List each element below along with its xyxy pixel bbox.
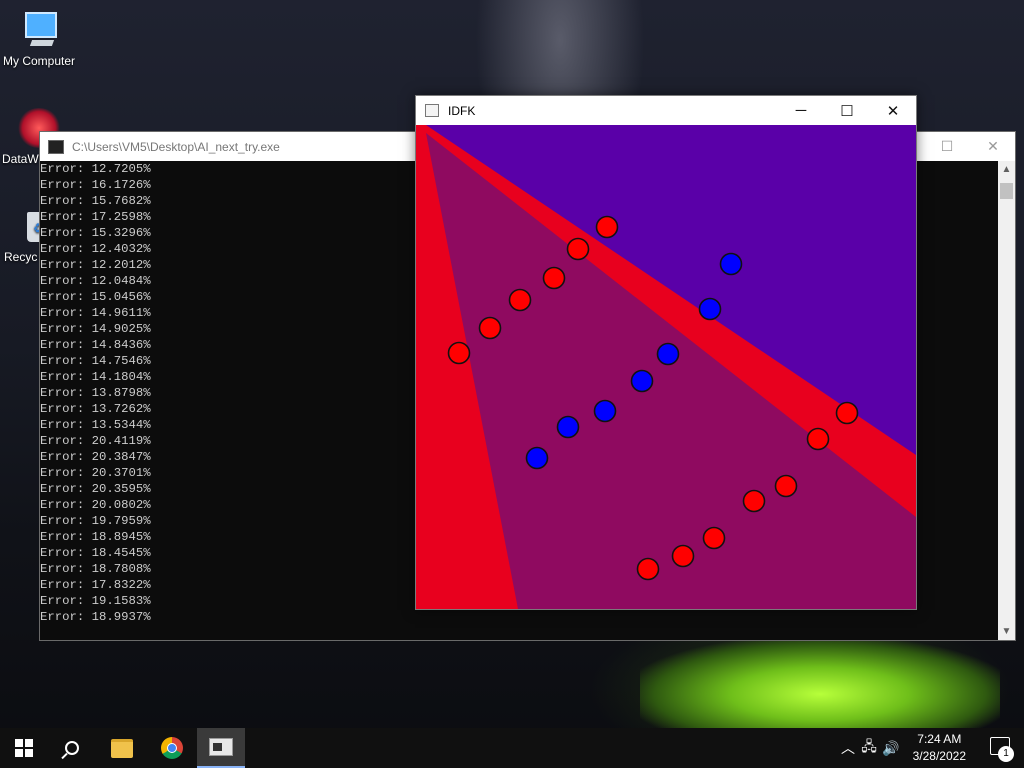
blue-data-point — [656, 342, 680, 366]
chevron-up-icon[interactable]: ︿ — [838, 738, 858, 758]
console-title: C:\Users\VM5\Desktop\AI_next_try.exe — [72, 139, 280, 154]
system-tray: ︿ 🖧 🔊 — [838, 728, 902, 768]
search-icon — [65, 741, 79, 755]
console-line: Error: 18.9937% — [40, 610, 151, 624]
red-data-point — [806, 427, 830, 451]
blue-data-point — [525, 446, 549, 470]
blue-data-point — [556, 415, 580, 439]
computer-icon — [17, 10, 61, 50]
desktop-icon-my-computer[interactable]: My Computer — [0, 10, 84, 68]
desktop-wallpaper-tent — [640, 640, 1000, 730]
red-data-point — [447, 341, 471, 365]
windows-logo-icon — [15, 739, 33, 757]
taskbar-ai-app[interactable] — [197, 728, 245, 768]
folder-icon — [111, 738, 133, 758]
idfk-maximize-button[interactable]: ☐ — [824, 96, 870, 125]
app-window-icon — [209, 738, 233, 756]
red-data-point — [542, 266, 566, 290]
blue-data-point — [593, 399, 617, 423]
close-icon: ✕ — [987, 138, 999, 154]
red-data-point — [478, 316, 502, 340]
scroll-up-arrow-icon[interactable]: ▲ — [998, 161, 1015, 178]
red-data-point — [566, 237, 590, 261]
red-data-point — [508, 288, 532, 312]
idfk-close-button[interactable]: ✕ — [870, 96, 916, 125]
classification-canvas — [416, 125, 916, 609]
console-close-button[interactable]: ✕ — [970, 132, 1016, 161]
scroll-thumb[interactable] — [1000, 183, 1013, 199]
idfk-titlebar[interactable]: IDFK ─ ☐ ✕ — [416, 96, 916, 125]
taskbar-file-explorer[interactable] — [98, 728, 146, 768]
search-button[interactable] — [48, 728, 96, 768]
idfk-app-icon — [425, 104, 439, 117]
scroll-down-arrow-icon[interactable]: ▼ — [998, 623, 1015, 640]
clock-time: 7:24 AM — [917, 732, 962, 746]
volume-icon[interactable]: 🔊 — [880, 740, 902, 757]
start-button[interactable] — [0, 728, 48, 768]
blue-data-point — [630, 369, 654, 393]
desktop-icon-label: My Computer — [2, 54, 76, 68]
red-data-point — [595, 215, 619, 239]
red-data-point — [774, 474, 798, 498]
red-data-point — [835, 401, 859, 425]
idfk-minimize-button[interactable]: ─ — [778, 96, 824, 125]
maximize-icon: ☐ — [840, 102, 854, 120]
red-data-point — [636, 557, 660, 581]
red-data-point — [742, 489, 766, 513]
idfk-title: IDFK — [448, 103, 476, 118]
console-maximize-button[interactable]: ☐ — [924, 132, 970, 161]
network-icon[interactable]: 🖧 — [858, 736, 880, 760]
console-app-icon — [48, 139, 64, 154]
idfk-window[interactable]: IDFK ─ ☐ ✕ — [415, 95, 917, 610]
red-data-point — [671, 544, 695, 568]
minimize-icon: ─ — [795, 102, 807, 119]
close-icon: ✕ — [886, 102, 900, 120]
chrome-icon — [161, 737, 183, 759]
taskbar: ︿ 🖧 🔊 7:24 AM 3/28/2022 1 — [0, 728, 1024, 768]
blue-data-point — [719, 252, 743, 276]
blue-data-point — [698, 297, 722, 321]
taskbar-chrome[interactable] — [148, 728, 196, 768]
console-scrollbar[interactable]: ▲ ▼ — [998, 161, 1015, 640]
clock-date: 3/28/2022 — [912, 749, 966, 763]
clock[interactable]: 7:24 AM 3/28/2022 — [913, 731, 966, 765]
notification-count-badge: 1 — [998, 746, 1014, 762]
maximize-icon: ☐ — [940, 138, 954, 154]
red-data-point — [702, 526, 726, 550]
